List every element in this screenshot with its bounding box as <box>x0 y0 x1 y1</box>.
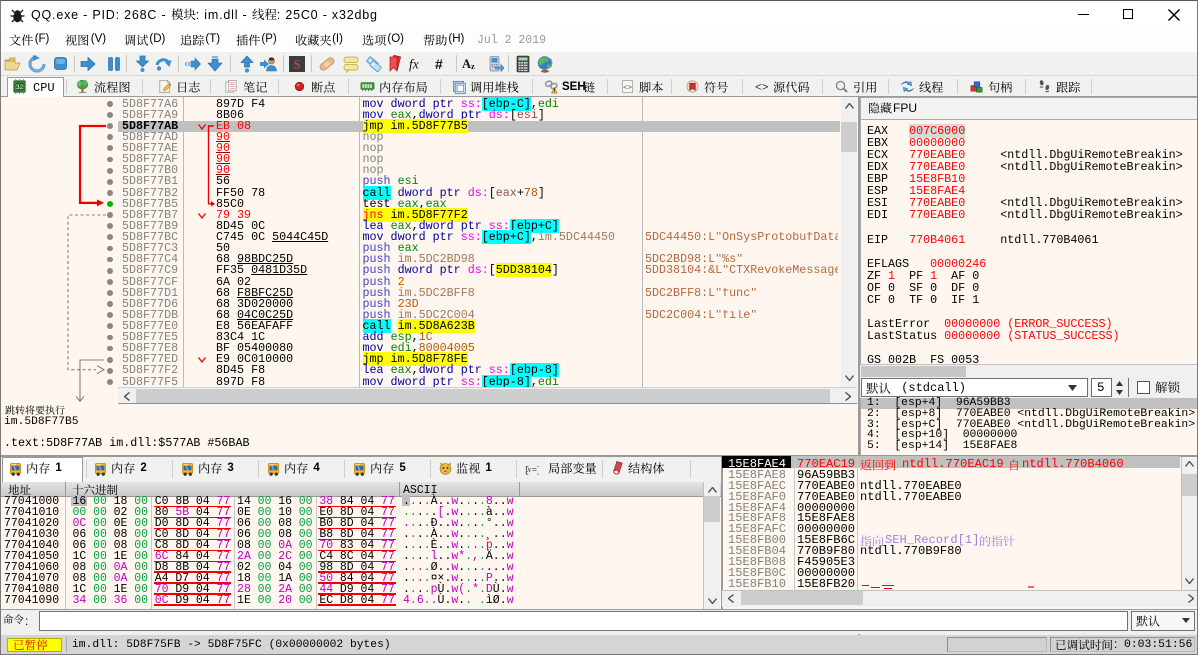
svg-text:]: ] <box>536 464 539 475</box>
svg-text:x: x <box>526 464 531 474</box>
svg-text:#: # <box>435 56 443 72</box>
svg-text:!: ! <box>553 89 555 94</box>
svg-text:32: 32 <box>16 84 24 91</box>
svg-text:<>: <> <box>755 83 769 94</box>
svg-text:S: S <box>293 57 300 72</box>
svg-text:A: A <box>462 57 471 71</box>
svg-text:<>: <> <box>623 84 633 92</box>
svg-text:z: z <box>471 61 475 71</box>
svg-text:fx: fx <box>409 57 419 72</box>
